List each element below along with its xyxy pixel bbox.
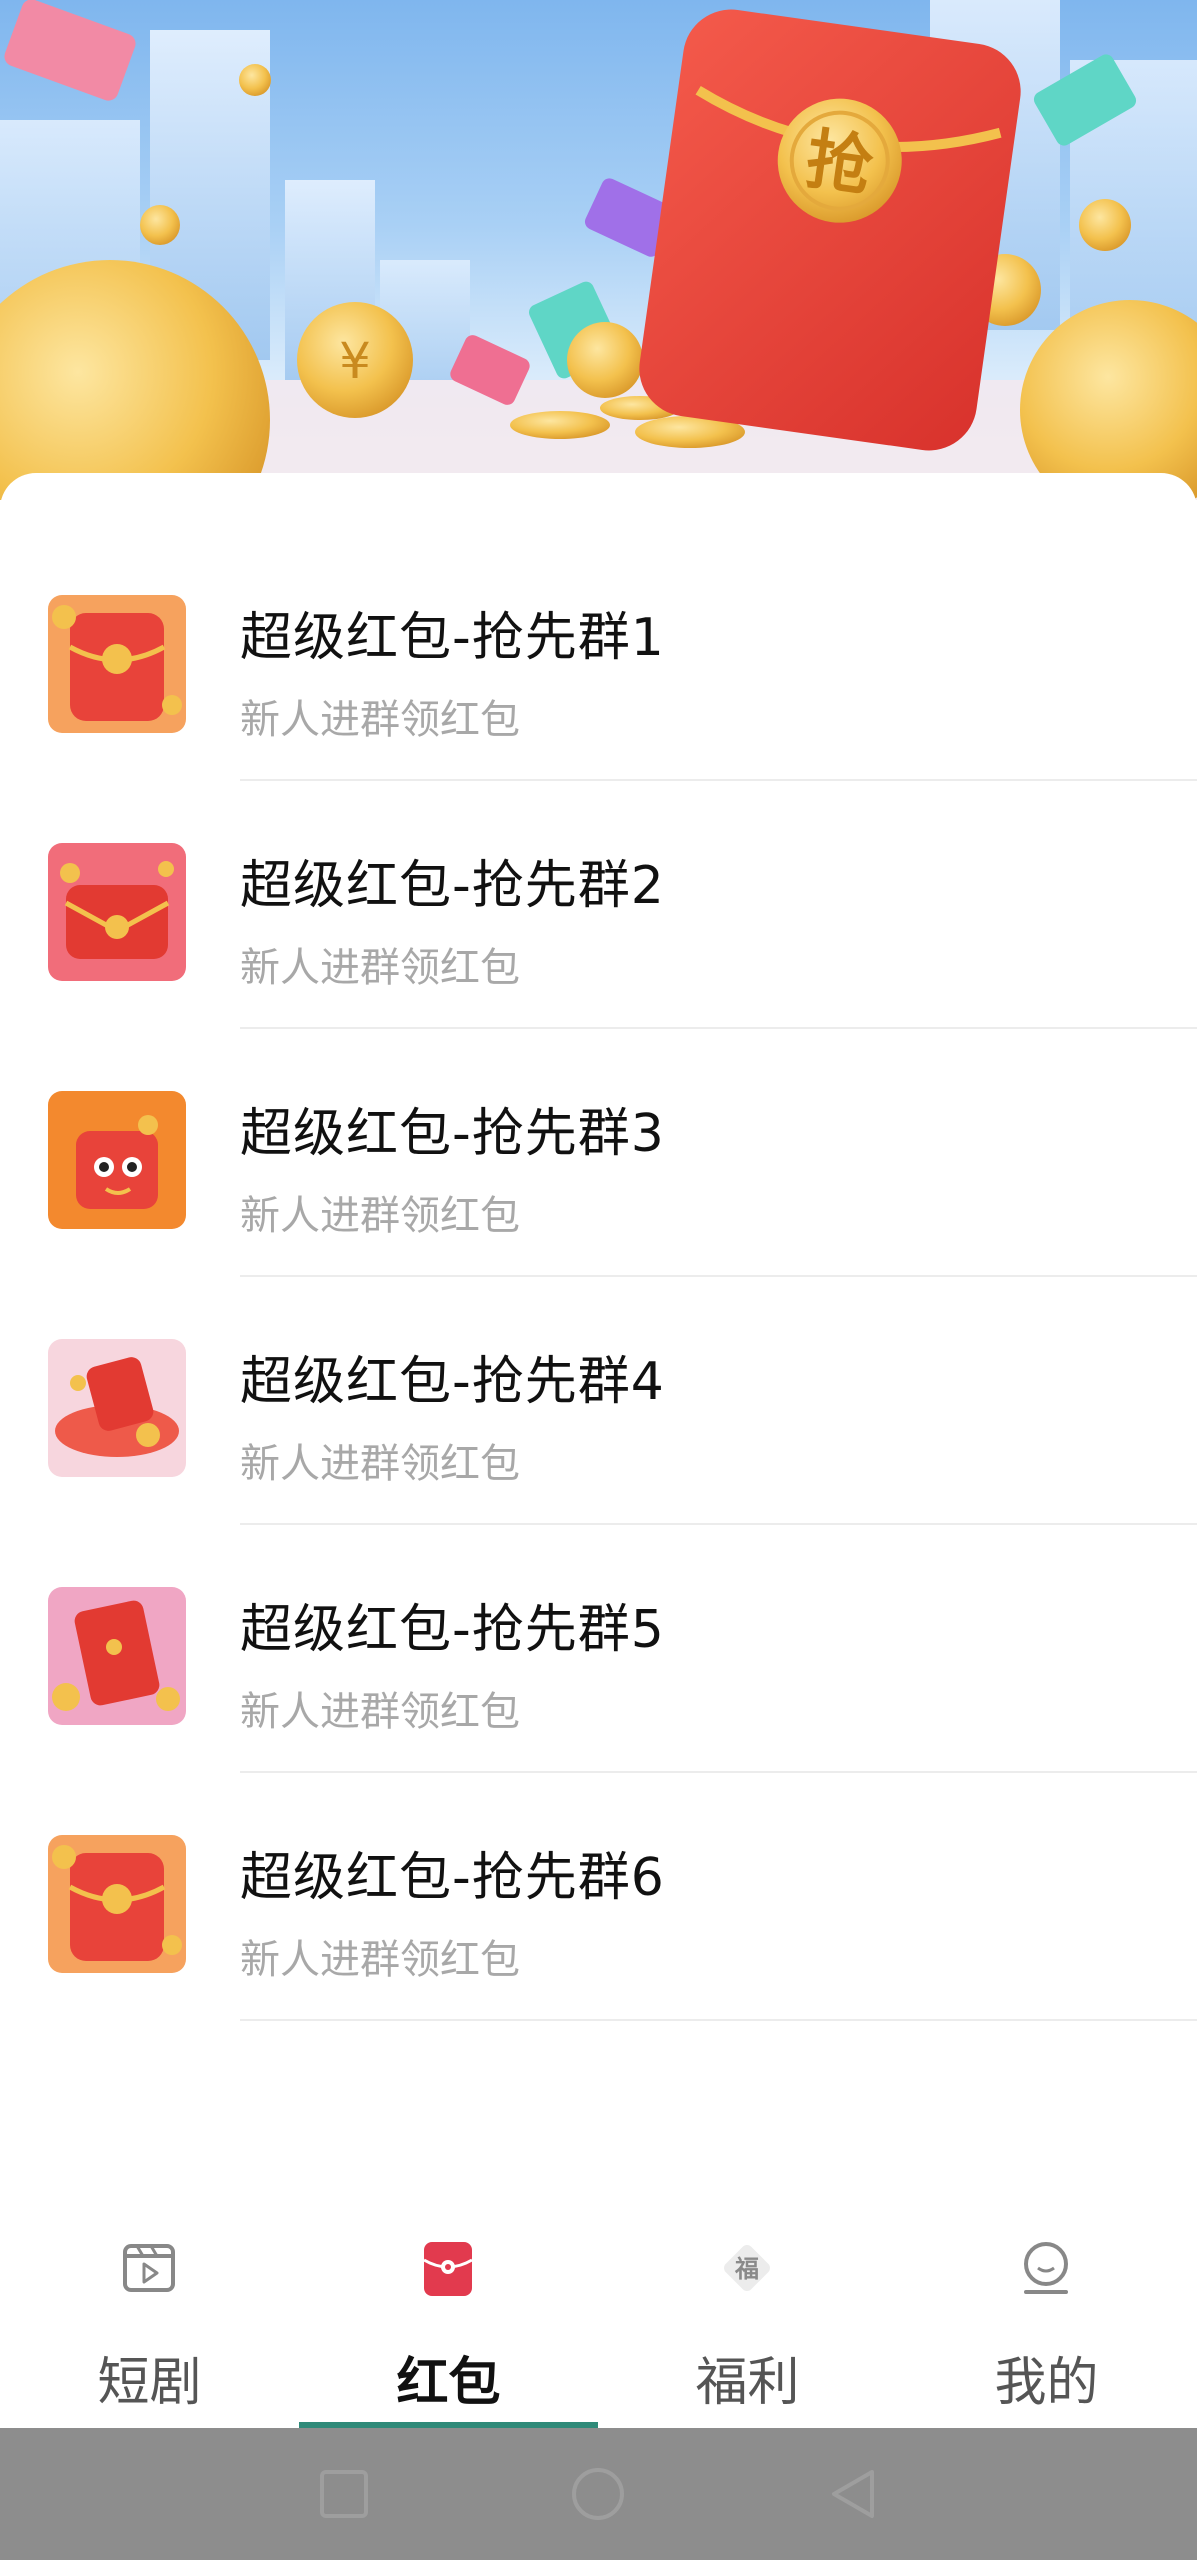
group-subtitle: 新人进群领红包 (240, 1193, 520, 1239)
tab-label: 红包 (396, 2353, 501, 2413)
list-item-group-1[interactable]: 超级红包-抢先群1 新人进群领红包 (0, 533, 1197, 781)
group-list-panel: 超级红包-抢先群1 新人进群领红包 超级红包-抢先群2 新人进群领红包 超级红包… (0, 473, 1197, 2173)
hero-banner: ¥ 抢 (0, 0, 1197, 500)
hero-illustration: ¥ 抢 (0, 0, 1197, 500)
tab-label: 福利 (695, 2353, 800, 2413)
group-title: 超级红包-抢先群2 (240, 856, 665, 916)
tab-welfare[interactable]: 福 福利 (598, 2190, 897, 2428)
tab-label: 短剧 (97, 2353, 202, 2413)
group-list: 超级红包-抢先群1 新人进群领红包 超级红包-抢先群2 新人进群领红包 超级红包… (0, 533, 1197, 2021)
list-item-group-5[interactable]: 超级红包-抢先群5 新人进群领红包 (0, 1525, 1197, 1773)
list-item-group-6[interactable]: 超级红包-抢先群6 新人进群领红包 (0, 1773, 1197, 2021)
tab-label: 我的 (994, 2353, 1099, 2413)
play-clapper-icon (123, 2244, 175, 2292)
list-item-group-3[interactable]: 超级红包-抢先群3 新人进群领红包 (0, 1029, 1197, 1277)
recent-apps-icon[interactable] (314, 2464, 374, 2524)
system-navigation-bar (0, 2428, 1197, 2560)
red-packet-thumbnail-icon (48, 1835, 186, 1973)
red-packet-thumbnail-icon (48, 1587, 186, 1725)
red-packet-thumbnail-icon (48, 595, 186, 733)
red-packet-thumbnail-icon (48, 1091, 186, 1229)
coin-yen-glyph: ¥ (339, 332, 371, 390)
back-icon[interactable] (824, 2464, 884, 2524)
group-subtitle: 新人进群领红包 (240, 945, 520, 991)
fu-diamond-icon: 福 (724, 2245, 770, 2291)
home-icon[interactable] (568, 2464, 628, 2524)
fu-glyph: 福 (734, 2255, 759, 2283)
bottom-tab-bar: 短剧 红包 福 福利 我的 (0, 2190, 1197, 2428)
profile-icon (1024, 2242, 1068, 2294)
envelope-grab-glyph: 抢 (801, 120, 878, 206)
group-subtitle: 新人进群领红包 (240, 1441, 520, 1487)
red-packet-thumbnail-icon (48, 1339, 186, 1477)
red-packet-thumbnail-icon (48, 843, 186, 981)
group-title: 超级红包-抢先群5 (240, 1600, 665, 1660)
group-title: 超级红包-抢先群6 (240, 1848, 665, 1908)
tab-short-drama[interactable]: 短剧 (0, 2190, 299, 2428)
list-item-group-4[interactable]: 超级红包-抢先群4 新人进群领红包 (0, 1277, 1197, 1525)
group-title: 超级红包-抢先群1 (240, 608, 665, 668)
group-subtitle: 新人进群领红包 (240, 1689, 520, 1735)
tab-mine[interactable]: 我的 (897, 2190, 1196, 2428)
group-subtitle: 新人进群领红包 (240, 697, 520, 743)
list-item-group-2[interactable]: 超级红包-抢先群2 新人进群领红包 (0, 781, 1197, 1029)
group-subtitle: 新人进群领红包 (240, 1937, 520, 1983)
tab-red-packet[interactable]: 红包 (299, 2190, 598, 2428)
list-divider (240, 2019, 1197, 2021)
group-title: 超级红包-抢先群4 (240, 1352, 665, 1412)
red-packet-icon (423, 2242, 473, 2296)
group-title: 超级红包-抢先群3 (240, 1104, 665, 1164)
